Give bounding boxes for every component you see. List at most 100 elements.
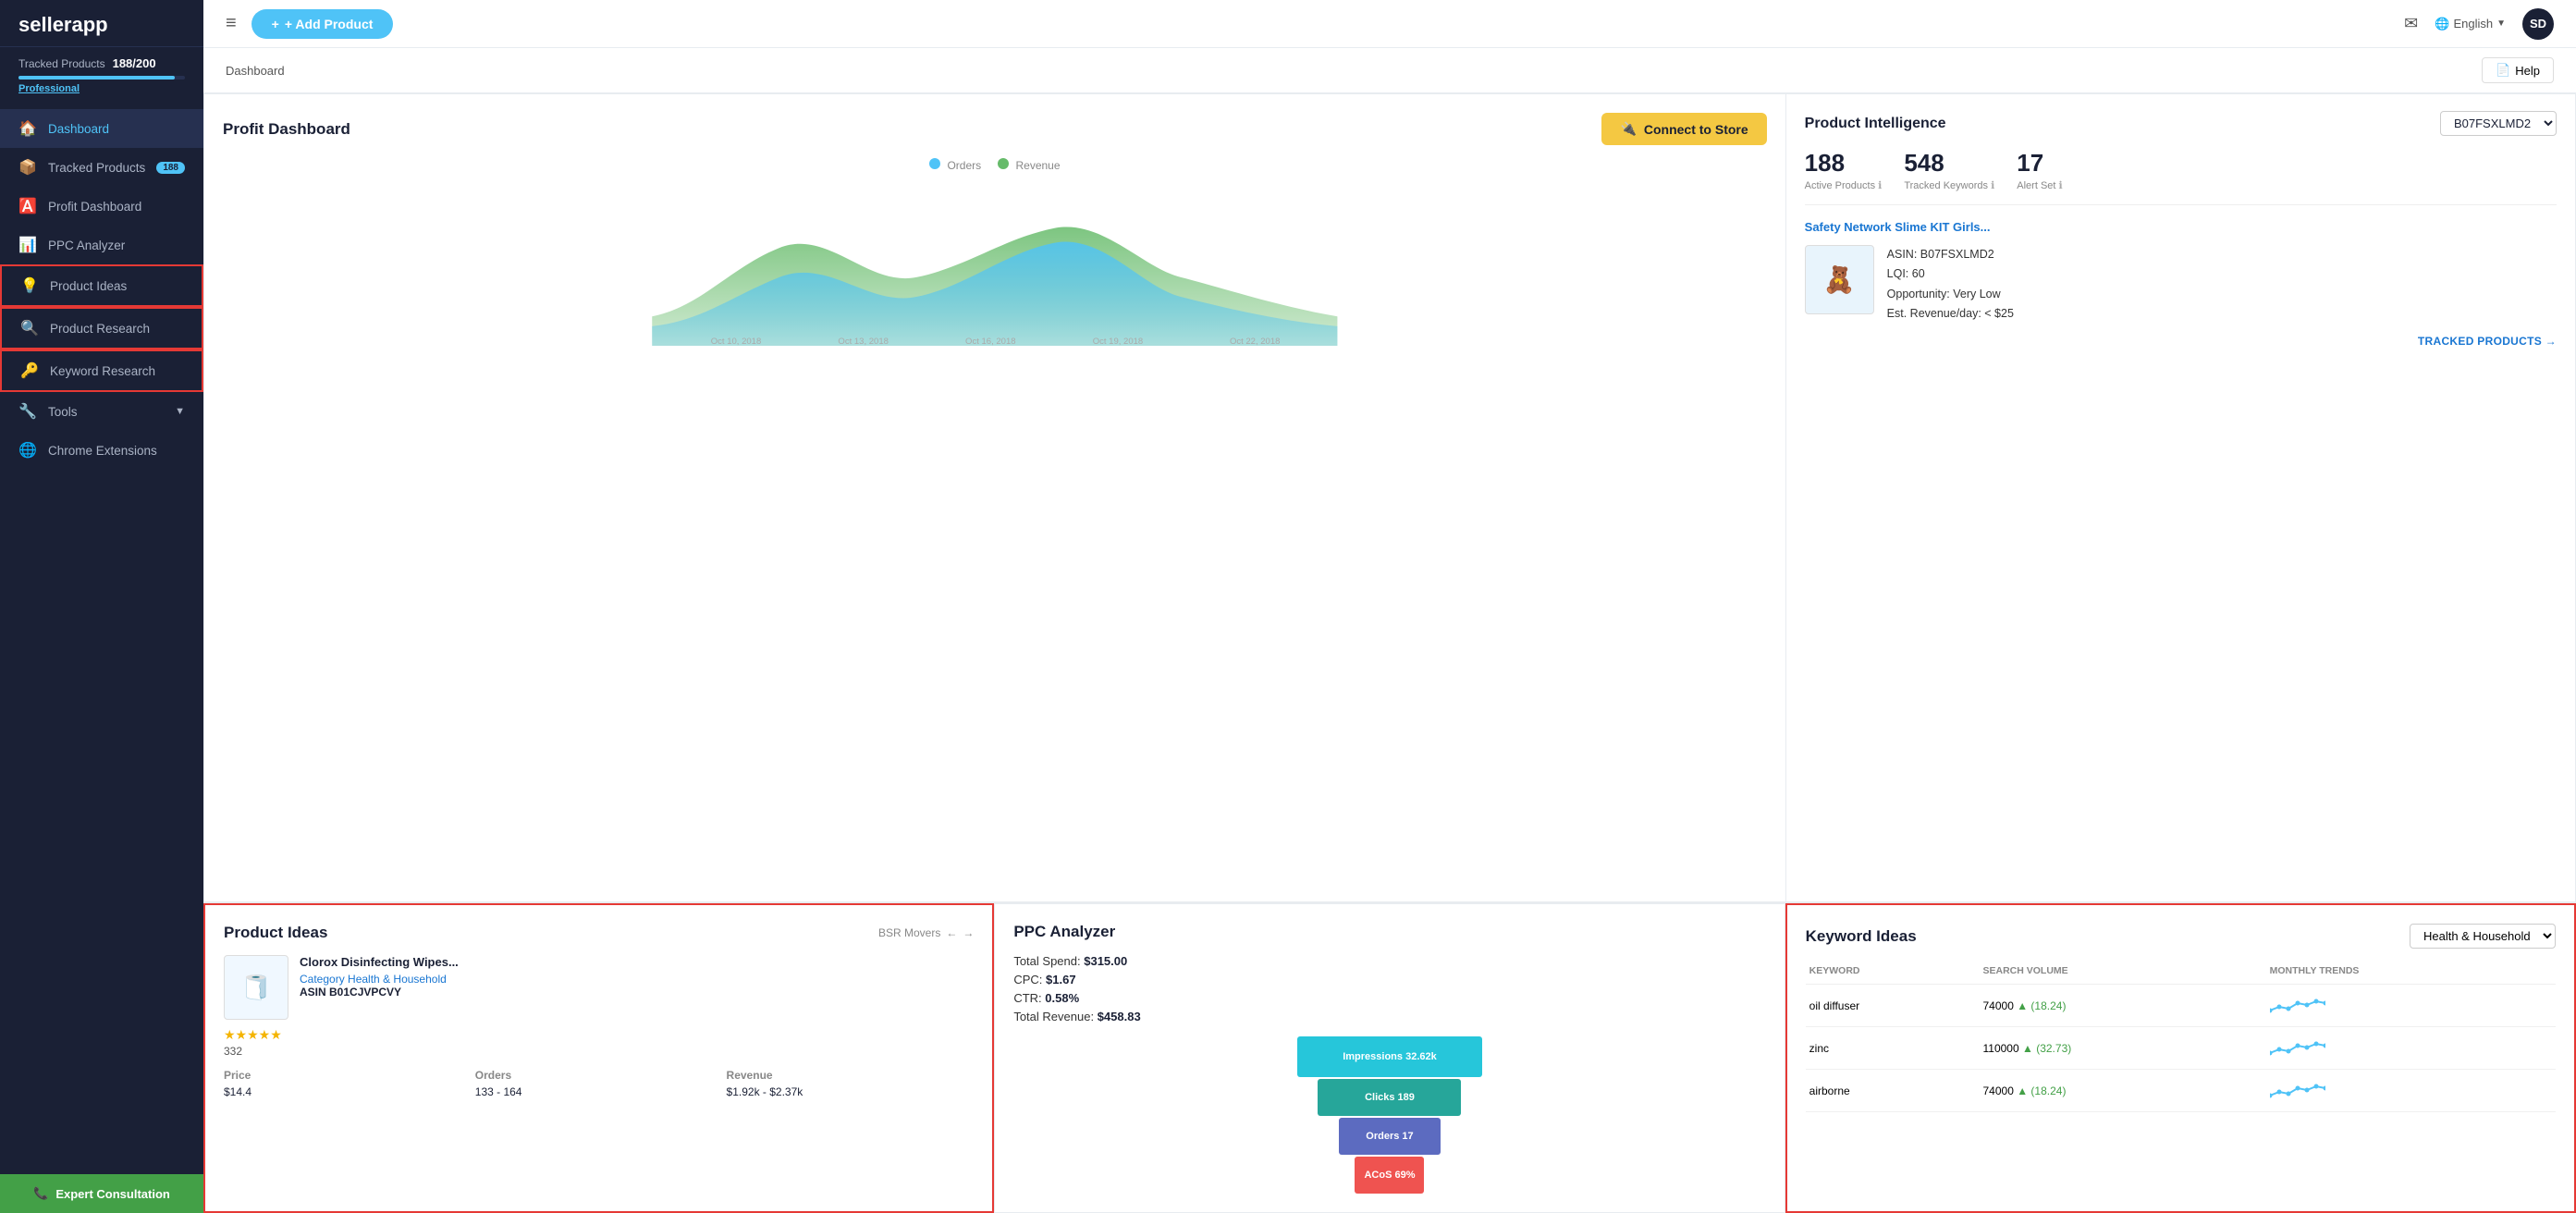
language-selector[interactable]: 🌐 English ▼: [2435, 17, 2506, 31]
help-label: Help: [2515, 64, 2540, 78]
sidebar-item-label: Keyword Research: [50, 364, 155, 378]
ctr-stat: CTR: 0.58%: [1013, 991, 1765, 1005]
chevron-down-icon: ▼: [175, 406, 185, 417]
price-label: Price: [224, 1069, 472, 1082]
connect-to-store-button[interactable]: 🔌 Connect to Store: [1601, 113, 1766, 145]
trend-sparkline: [2270, 1036, 2325, 1057]
ppc-panel-header: PPC Analyzer: [1013, 923, 1765, 941]
topbar-right: ✉ 🌐 English ▼ SD: [2404, 8, 2554, 40]
trend-sparkline: [2270, 994, 2325, 1014]
expert-label: Expert Consultation: [55, 1187, 170, 1201]
product-ideas-panel: Product Ideas BSR Movers ← → 🧻 Clorox Di…: [203, 903, 994, 1213]
tracked-kw-label: Tracked Keywords ℹ: [1904, 179, 1994, 191]
product-rating-row: ★★★★★ 332: [224, 1027, 974, 1058]
breadcrumb-text: Dashboard: [226, 64, 285, 78]
orders-dot: [929, 158, 940, 169]
ppc-icon: 📊: [18, 236, 37, 254]
tracked-badge: 188: [156, 162, 185, 174]
keyword-row: oil diffuser 74000 ▲ (18.24): [1806, 985, 2556, 1027]
sidebar-item-keyword-research[interactable]: 🔑 Keyword Research: [0, 349, 203, 392]
total-spend: Total Spend: $315.00: [1013, 954, 1765, 968]
kw-name: oil diffuser: [1806, 985, 1980, 1027]
avatar[interactable]: SD: [2522, 8, 2554, 40]
content-area: Dashboard 📄 Help Profit Dashboard 🔌 Conn…: [203, 48, 2576, 1213]
profit-dashboard-title: Profit Dashboard: [223, 120, 350, 139]
rating-count: 332: [224, 1045, 974, 1058]
active-products-stat: 188 Active Products ℹ: [1805, 149, 1883, 191]
menu-icon[interactable]: ≡: [226, 13, 237, 34]
plan-label[interactable]: Professional: [0, 80, 203, 104]
logo: sellerapp: [0, 0, 203, 47]
revenue-value: $1.92k - $2.37k: [727, 1085, 975, 1098]
sidebar-item-label: PPC Analyzer: [48, 239, 125, 252]
profit-dashboard-panel: Profit Dashboard 🔌 Connect to Store Orde…: [203, 93, 1785, 902]
product-name: Clorox Disinfecting Wipes...: [300, 955, 974, 969]
sidebar-item-tools[interactable]: 🔧 Tools ▼: [0, 392, 203, 431]
profit-panel-header: Profit Dashboard 🔌 Connect to Store: [223, 113, 1767, 145]
kw-trend-chart: [2266, 985, 2556, 1027]
category-select[interactable]: Health & Household: [2410, 924, 2556, 949]
add-product-button[interactable]: + + Add Product: [251, 9, 394, 39]
intel-product-link[interactable]: Safety Network Slime KIT Girls...: [1805, 220, 2557, 234]
trend-indicator: ▲ (32.73): [2022, 1042, 2071, 1055]
mail-icon[interactable]: ✉: [2404, 14, 2418, 33]
product-metrics: Price Orders Revenue $14.4 133 - 164 $1.…: [224, 1069, 974, 1098]
trend-indicator: ▲ (18.24): [2017, 1084, 2066, 1097]
bsr-left-arrow[interactable]: ←: [946, 926, 957, 939]
keyword-research-icon: 🔑: [20, 361, 39, 380]
help-button[interactable]: 📄 Help: [2482, 57, 2554, 83]
profit-icon: 🅰️: [18, 197, 37, 215]
sidebar-item-dashboard[interactable]: 🏠 Dashboard: [0, 109, 203, 148]
orders-label: Orders: [475, 1069, 723, 1082]
add-product-label: + Add Product: [285, 17, 374, 31]
orders-legend-label: Orders: [947, 159, 981, 172]
intel-panel-header: Product Intelligence B07FSXLMD2: [1805, 111, 2557, 136]
sidebar-item-tracked-products[interactable]: 📦 Tracked Products 188: [0, 148, 203, 187]
sidebar-item-chrome-extensions[interactable]: 🌐 Chrome Extensions: [0, 431, 203, 470]
dashboard-icon: 🏠: [18, 119, 37, 138]
profit-chart-svg: Oct 10, 2018 Oct 13, 2018 Oct 16, 2018 O…: [223, 179, 1767, 346]
funnel-orders: Orders 17: [1339, 1118, 1441, 1155]
product-ideas-title: Product Ideas: [224, 924, 327, 942]
dashboard-grid: Profit Dashboard 🔌 Connect to Store Orde…: [203, 93, 2576, 902]
ppc-analyzer-panel: PPC Analyzer Total Spend: $315.00 CPC: $…: [994, 903, 1785, 1213]
phone-icon: 📞: [33, 1186, 48, 1201]
keyword-ideas-panel: Keyword Ideas Health & Household KEYWORD…: [1785, 903, 2576, 1213]
revenue-dot: [998, 158, 1009, 169]
sidebar-item-label: Dashboard: [48, 122, 109, 136]
intel-title: Product Intelligence: [1805, 116, 1946, 132]
tracked-label: Tracked Products: [18, 57, 105, 70]
chart-legend: Orders Revenue: [223, 158, 1767, 172]
ppc-title: PPC Analyzer: [1013, 923, 1115, 941]
tracked-kw-num: 548: [1904, 149, 1994, 178]
sidebar-item-profit-dashboard[interactable]: 🅰️ Profit Dashboard: [0, 187, 203, 226]
bsr-right-arrow[interactable]: →: [963, 926, 974, 939]
sidebar-item-ppc-analyzer[interactable]: 📊 PPC Analyzer: [0, 226, 203, 264]
plug-icon: 🔌: [1620, 121, 1636, 137]
ideas-panel-header: Product Ideas BSR Movers ← →: [224, 924, 974, 942]
revenue-legend-label: Revenue: [1015, 159, 1060, 172]
tools-icon: 🔧: [18, 402, 37, 421]
cpc-stat: CPC: $1.67: [1013, 973, 1765, 986]
svg-text:Oct 22, 2018: Oct 22, 2018: [1230, 337, 1281, 346]
intel-product-info: ASIN: B07FSXLMD2 LQI: 60 Opportunity: Ve…: [1887, 245, 2014, 324]
expert-consultation-button[interactable]: 📞 Expert Consultation: [0, 1174, 203, 1213]
active-products-label: Active Products ℹ: [1805, 179, 1883, 191]
sidebar-nav: 🏠 Dashboard 📦 Tracked Products 188 🅰️ Pr…: [0, 104, 203, 1174]
star-rating: ★★★★★: [224, 1027, 282, 1042]
asin-select[interactable]: B07FSXLMD2: [2440, 111, 2557, 136]
orders-value: 133 - 164: [475, 1085, 723, 1098]
keyword-ideas-title: Keyword Ideas: [1806, 927, 1917, 946]
ppc-stats: Total Spend: $315.00 CPC: $1.67 CTR: 0.5…: [1013, 954, 1765, 1023]
plus-icon: +: [272, 17, 279, 31]
breadcrumb: Dashboard 📄 Help: [203, 48, 2576, 93]
active-products-num: 188: [1805, 149, 1883, 178]
kw-col-keyword: KEYWORD: [1806, 962, 1980, 985]
trend-indicator: ▲ (18.24): [2017, 999, 2066, 1012]
intel-lqi: LQI: 60: [1887, 264, 2014, 284]
keyword-panel-header: Keyword Ideas Health & Household: [1806, 924, 2556, 949]
tracked-products-link[interactable]: TRACKED PRODUCTS →: [1805, 335, 2557, 348]
product-ideas-icon: 💡: [20, 276, 39, 295]
sidebar-item-product-research[interactable]: 🔍 Product Research: [0, 307, 203, 349]
sidebar-item-product-ideas[interactable]: 💡 Product Ideas: [0, 264, 203, 307]
